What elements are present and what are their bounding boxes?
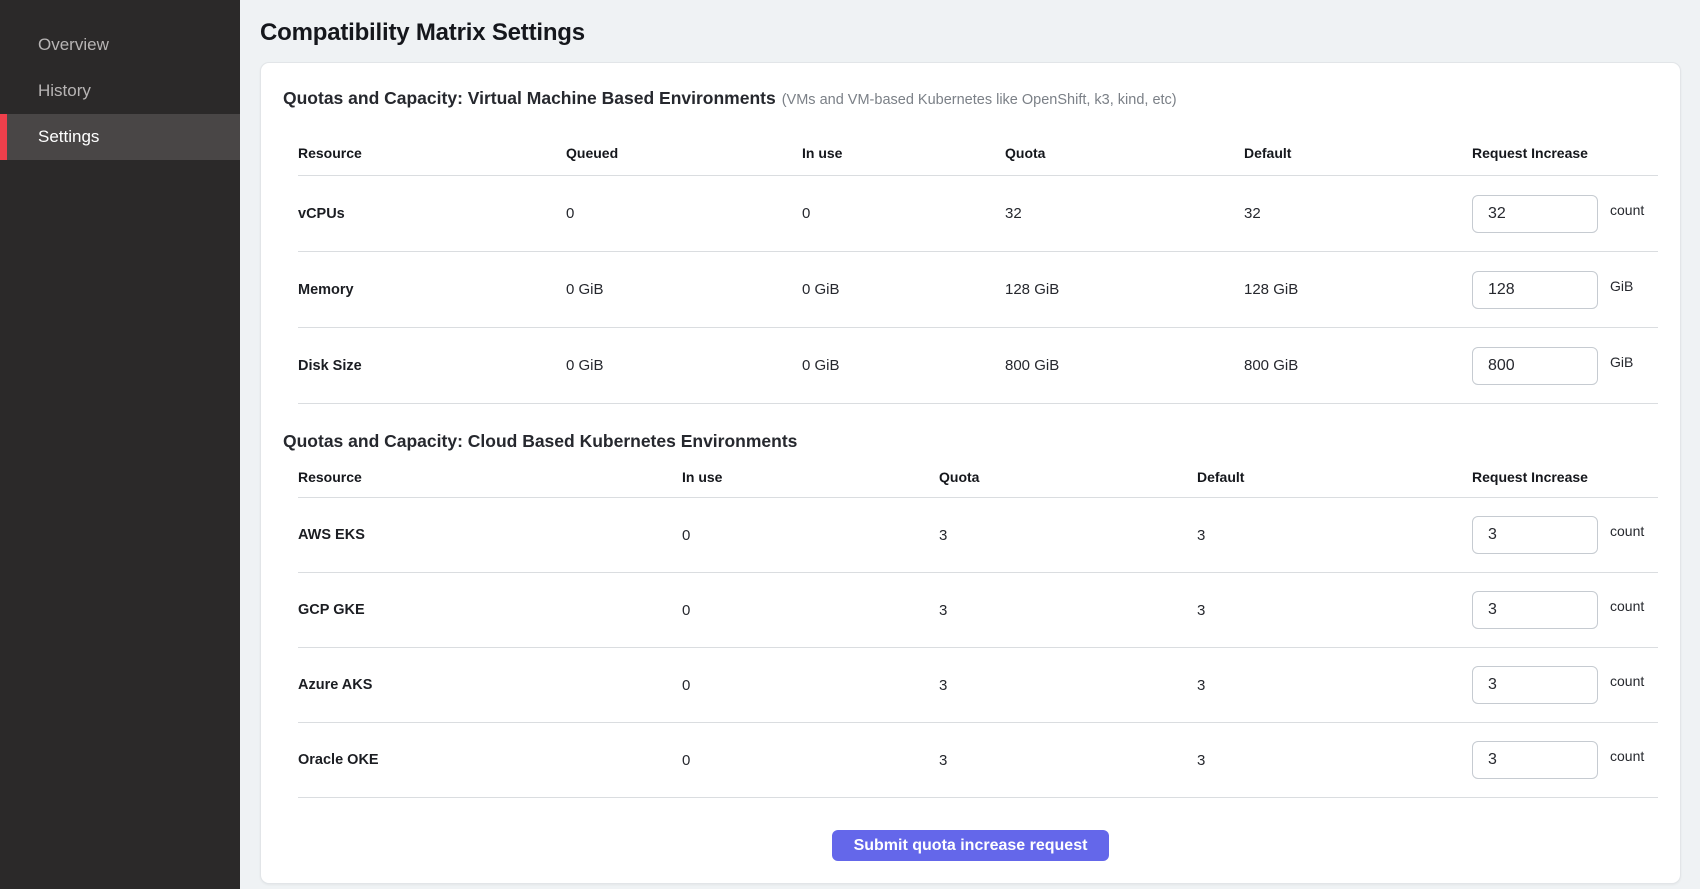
- table-row-oracle-oke: Oracle OKE 0 3 3 count: [298, 723, 1658, 798]
- azure-aks-request-input[interactable]: [1472, 666, 1598, 704]
- in-use-value: 0: [682, 677, 939, 694]
- k8s-col-quota: Quota: [939, 469, 1197, 485]
- gcp-gke-request-input[interactable]: [1472, 591, 1598, 629]
- queued-value: 0 GiB: [566, 357, 802, 374]
- request-increase-cell: count: [1472, 741, 1658, 779]
- vm-table-header-row: Resource Queued In use Quota Default Req…: [298, 125, 1658, 176]
- resource-label: Azure AKS: [298, 677, 682, 693]
- in-use-value: 0: [682, 527, 939, 544]
- vm-section-title: Quotas and Capacity: Virtual Machine Bas…: [283, 87, 1658, 111]
- unit-label: count: [1610, 748, 1644, 764]
- vcpus-request-input[interactable]: [1472, 195, 1598, 233]
- request-increase-cell: count: [1472, 195, 1658, 233]
- table-row-aws-eks: AWS EKS 0 3 3 count: [298, 498, 1658, 573]
- unit-label: count: [1610, 202, 1644, 218]
- page-title: Compatibility Matrix Settings: [260, 18, 1681, 48]
- queued-value: 0: [566, 205, 802, 222]
- k8s-table-header-row: Resource In use Quota Default Request In…: [298, 452, 1658, 498]
- default-value: 3: [1197, 677, 1472, 694]
- vm-col-quota: Quota: [1005, 145, 1244, 161]
- resource-label: GCP GKE: [298, 602, 682, 618]
- resource-label: Disk Size: [298, 358, 566, 374]
- in-use-value: 0 GiB: [802, 357, 1005, 374]
- sidebar-item-history[interactable]: History: [0, 68, 240, 114]
- submit-button-row: Submit quota increase request: [283, 830, 1658, 861]
- default-value: 128 GiB: [1244, 281, 1472, 298]
- request-increase-cell: count: [1472, 666, 1658, 704]
- queued-value: 0 GiB: [566, 281, 802, 298]
- quota-settings-card: Quotas and Capacity: Virtual Machine Bas…: [260, 62, 1681, 884]
- quota-value: 3: [939, 677, 1197, 694]
- k8s-section-title: Quotas and Capacity: Cloud Based Kuberne…: [283, 430, 1658, 452]
- memory-request-input[interactable]: [1472, 271, 1598, 309]
- quota-value: 800 GiB: [1005, 357, 1244, 374]
- resource-label: Oracle OKE: [298, 752, 682, 768]
- disk-size-request-input[interactable]: [1472, 347, 1598, 385]
- in-use-value: 0: [802, 205, 1005, 222]
- aws-eks-request-input[interactable]: [1472, 516, 1598, 554]
- sidebar: Overview History Settings: [0, 0, 240, 889]
- quota-value: 128 GiB: [1005, 281, 1244, 298]
- k8s-quota-table: Resource In use Quota Default Request In…: [298, 452, 1658, 798]
- quota-value: 32: [1005, 205, 1244, 222]
- submit-quota-increase-button[interactable]: Submit quota increase request: [832, 830, 1110, 861]
- oracle-oke-request-input[interactable]: [1472, 741, 1598, 779]
- k8s-col-resource: Resource: [298, 469, 682, 485]
- default-value: 800 GiB: [1244, 357, 1472, 374]
- request-increase-cell: count: [1472, 516, 1658, 554]
- in-use-value: 0 GiB: [802, 281, 1005, 298]
- resource-label: Memory: [298, 282, 566, 298]
- default-value: 32: [1244, 205, 1472, 222]
- k8s-quota-section: Quotas and Capacity: Cloud Based Kuberne…: [283, 430, 1658, 798]
- vm-quota-table: Resource Queued In use Quota Default Req…: [298, 125, 1658, 404]
- sidebar-item-settings[interactable]: Settings: [0, 114, 240, 160]
- unit-label: count: [1610, 598, 1644, 614]
- table-row-azure-aks: Azure AKS 0 3 3 count: [298, 648, 1658, 723]
- sidebar-item-overview[interactable]: Overview: [0, 22, 240, 68]
- request-increase-cell: GiB: [1472, 271, 1658, 309]
- k8s-col-in-use: In use: [682, 469, 939, 485]
- quota-value: 3: [939, 752, 1197, 769]
- quota-value: 3: [939, 527, 1197, 544]
- resource-label: vCPUs: [298, 206, 566, 222]
- in-use-value: 0: [682, 752, 939, 769]
- table-row-vcpus: vCPUs 0 0 32 32 count: [298, 176, 1658, 252]
- vm-col-in-use: In use: [802, 145, 1005, 161]
- request-increase-cell: count: [1472, 591, 1658, 629]
- resource-label: AWS EKS: [298, 527, 682, 543]
- k8s-col-default: Default: [1197, 469, 1472, 485]
- default-value: 3: [1197, 527, 1472, 544]
- unit-label: GiB: [1610, 354, 1633, 370]
- vm-section-subtitle: (VMs and VM-based Kubernetes like OpenSh…: [782, 92, 1177, 108]
- k8s-col-request-increase: Request Increase: [1472, 469, 1658, 485]
- unit-label: count: [1610, 673, 1644, 689]
- vm-col-default: Default: [1244, 145, 1472, 161]
- table-row-memory: Memory 0 GiB 0 GiB 128 GiB 128 GiB GiB: [298, 252, 1658, 328]
- quota-value: 3: [939, 602, 1197, 619]
- unit-label: count: [1610, 523, 1644, 539]
- default-value: 3: [1197, 752, 1472, 769]
- vm-col-request-increase: Request Increase: [1472, 145, 1658, 161]
- table-row-disk-size: Disk Size 0 GiB 0 GiB 800 GiB 800 GiB Gi…: [298, 328, 1658, 404]
- in-use-value: 0: [682, 602, 939, 619]
- table-row-gcp-gke: GCP GKE 0 3 3 count: [298, 573, 1658, 648]
- default-value: 3: [1197, 602, 1472, 619]
- main-content: Compatibility Matrix Settings Quotas and…: [240, 0, 1700, 884]
- vm-section-title-text: Quotas and Capacity: Virtual Machine Bas…: [283, 88, 776, 108]
- vm-quota-section: Quotas and Capacity: Virtual Machine Bas…: [283, 87, 1658, 404]
- sidebar-nav: Overview History Settings: [0, 0, 240, 160]
- unit-label: GiB: [1610, 278, 1633, 294]
- vm-col-resource: Resource: [298, 145, 566, 161]
- vm-col-queued: Queued: [566, 145, 802, 161]
- request-increase-cell: GiB: [1472, 347, 1658, 385]
